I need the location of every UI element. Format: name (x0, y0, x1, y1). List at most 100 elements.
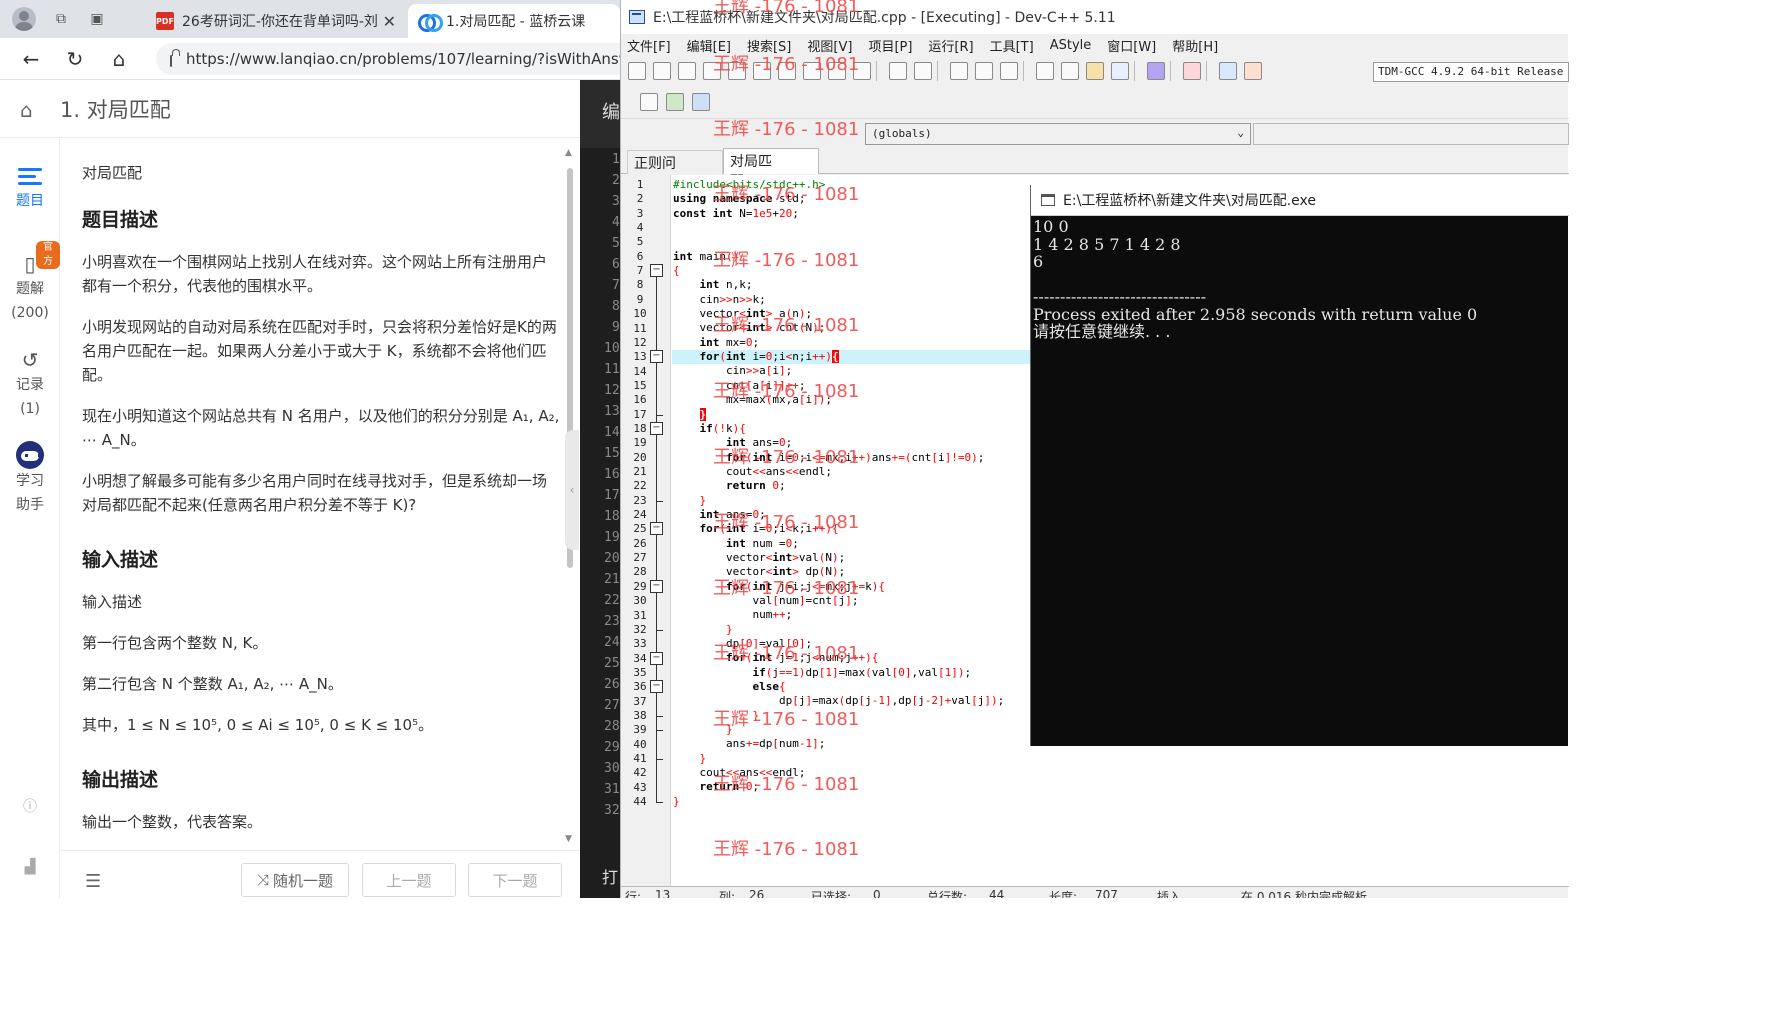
browser-tab-lanqiao[interactable]: 1.对局匹配 - 蓝桥云课 (408, 4, 620, 38)
new-file-icon[interactable] (628, 62, 646, 80)
indent-icon[interactable] (640, 93, 658, 111)
project-icon[interactable] (1036, 62, 1054, 80)
class-icon[interactable] (1061, 62, 1079, 80)
fold-toggle-icon[interactable]: − (650, 579, 663, 593)
watermark-text: 王辉 -176 - 1081 (713, 119, 860, 140)
problem-header: ⌂ 1. 对局匹配 (0, 80, 580, 138)
debug-icon[interactable] (1244, 62, 1262, 80)
url-input[interactable]: https://www.lanqiao.cn/problems/107/lear… (156, 42, 620, 75)
help-icon[interactable]: ⓘ (0, 795, 60, 819)
fold-toggle-icon[interactable]: − (650, 421, 663, 435)
line-number: 33 (633, 637, 647, 651)
globals-select[interactable]: (globals) ⌄ (865, 123, 1251, 145)
input-line: 其中，1 ≤ N ≤ 10⁵, 0 ≤ Ai ≤ 10⁵, 0 ≤ K ≤ 10… (82, 716, 434, 734)
secondary-toolbar (621, 88, 1569, 116)
browser-tab-bar: ⧉ ▣ PDF 26考研词汇-你还在背单词吗-刘 ✕ 1.对局匹配 - 蓝桥云课 (0, 0, 620, 38)
goto-line-icon[interactable] (889, 62, 907, 80)
line-number: 41 (633, 752, 647, 765)
watermark-text: 王辉 -176 - 1081 (713, 512, 860, 533)
line-number: 2 (636, 192, 644, 206)
menu-item[interactable]: AStyle (1050, 38, 1092, 53)
file-tab[interactable]: 正则问题.cpp (627, 150, 723, 192)
tab-actions-icon[interactable]: ▣ (86, 8, 108, 30)
line-number: 12 (633, 335, 647, 349)
rail-item-solutions[interactable]: 官方 ▯ 题解 (200) (0, 241, 60, 325)
rail-item-assistant[interactable]: 学习 助手 (0, 441, 60, 517)
status-total-label: 总行数: (927, 890, 968, 898)
back-icon[interactable]: ← (18, 46, 44, 72)
save-icon[interactable] (678, 62, 696, 80)
indent-icon[interactable] (950, 62, 968, 80)
fold-end (656, 629, 663, 631)
menu-item[interactable]: 项目[P] (868, 36, 912, 55)
section-heading-input: 输入描述 (82, 549, 159, 571)
scroll-down-icon[interactable]: ▼ (565, 834, 572, 844)
input-line: 输入描述 (82, 593, 143, 611)
description-paragraph: 小明发现网站的自动对局系统在匹配对手时，只会将积分差恰好是K的两名用户匹配在一起… (82, 318, 557, 384)
editor-panel-footer[interactable]: 打 (602, 864, 618, 888)
fold-end (656, 802, 663, 804)
menu-item[interactable]: 运行[R] (928, 36, 973, 55)
address-bar: ← ↻ ⌂ https://www.lanqiao.cn/problems/10… (0, 38, 620, 80)
fold-toggle-icon[interactable]: − (650, 522, 663, 536)
next-problem-button[interactable]: 下一题 (468, 863, 562, 897)
fold-toggle-icon[interactable]: − (650, 350, 663, 364)
menu-item[interactable]: 窗口[W] (1107, 36, 1156, 55)
browser-tab-pdf[interactable]: PDF 26考研词汇-你还在背单词吗-刘 ✕ (146, 4, 408, 38)
chart-icon[interactable] (1219, 62, 1237, 80)
shuffle-icon: ⤨ (256, 871, 269, 889)
comment-icon[interactable] (1000, 62, 1018, 80)
button-label: 上一题 (386, 871, 432, 890)
rail-item-problem[interactable]: 题目 (0, 163, 60, 213)
pdf-icon: PDF (156, 12, 174, 30)
compiler-select[interactable]: TDM-GCC 4.9.2 64-bit Release (1373, 62, 1569, 82)
menu-list-icon[interactable]: ☰ (85, 871, 101, 892)
rail-label: 助手 (16, 497, 44, 513)
console-window[interactable]: E:\工程蓝桥杯\新建文件夹\对局匹配.exe 10 0 1 4 2 8 5 7… (1030, 185, 1569, 746)
line-number: 17 (633, 407, 647, 421)
side-line-number: 15 (604, 446, 620, 461)
description-paragraph: 小明喜欢在一个围棋网站上找别人在线对弈。这个网站上所有注册用户都有一个积分，代表… (82, 253, 548, 295)
rail-count: (1) (20, 401, 40, 417)
globals-value: (globals) (872, 127, 932, 140)
fold-toggle-icon[interactable]: − (650, 651, 663, 665)
menu-item[interactable]: 文件[F] (627, 36, 671, 55)
fold-toggle-icon[interactable]: − (650, 264, 663, 278)
status-sel: 0 (873, 888, 881, 898)
bookmark-icon[interactable] (692, 93, 710, 111)
open-icon[interactable] (653, 62, 671, 80)
rail-item-records[interactable]: ↺ 记录 (1) (0, 347, 60, 421)
stairs-icon[interactable]: ▟ (0, 855, 60, 879)
status-message: 在 0.016 秒内完成解析 (1241, 890, 1367, 898)
menu-item[interactable]: 工具[T] (990, 36, 1034, 55)
collections-icon[interactable]: ⧉ (50, 8, 72, 30)
members-select[interactable] (1253, 123, 1569, 145)
file-tab-active[interactable]: 对局匹配.cpp (723, 148, 819, 190)
home-icon[interactable]: ⌂ (20, 98, 42, 122)
description-paragraph: 小明想了解最多可能有多少名用户同时在线寻找对手，但是系统却一场对局都匹配不起来(… (82, 472, 548, 514)
grid-icon[interactable] (1111, 62, 1129, 80)
stop-icon[interactable] (1183, 62, 1201, 80)
line-number: 34 (633, 651, 647, 665)
goto-icon[interactable] (666, 93, 684, 111)
menu-item[interactable]: 帮助[H] (1172, 36, 1218, 55)
prev-problem-button[interactable]: 上一题 (362, 863, 456, 897)
unindent-icon[interactable] (975, 62, 993, 80)
check-icon[interactable] (1147, 62, 1165, 80)
refresh-icon[interactable]: ↻ (62, 46, 88, 72)
collapse-panel-button[interactable]: ‹ (565, 430, 579, 550)
fold-toggle-icon[interactable]: − (650, 680, 663, 694)
profile-avatar-icon[interactable] (12, 7, 36, 31)
random-problem-button[interactable]: ⤨ 随机一题 (241, 863, 349, 897)
fold-end (656, 730, 663, 732)
close-icon[interactable]: ✕ (383, 12, 396, 31)
scroll-up-icon[interactable]: ▲ (565, 148, 572, 158)
toggle-panel-icon[interactable] (914, 62, 932, 80)
line-number: 31 (633, 608, 647, 622)
new-window-icon[interactable] (1086, 62, 1104, 80)
fold-end (656, 414, 663, 416)
side-line-number: 18 (604, 509, 620, 524)
home-icon[interactable]: ⌂ (106, 46, 132, 72)
watermark-text: 王辉 -176 - 1081 (713, 709, 860, 730)
console-title: E:\工程蓝桥杯\新建文件夹\对局匹配.exe (1063, 193, 1316, 209)
